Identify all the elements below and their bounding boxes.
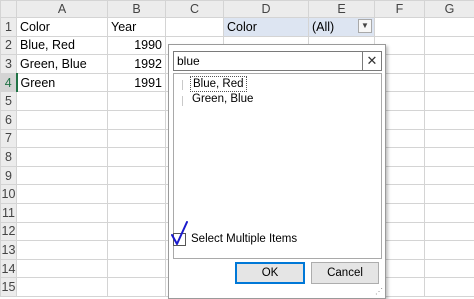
cell[interactable] bbox=[425, 278, 474, 297]
search-input[interactable] bbox=[174, 52, 357, 70]
cell-b3[interactable]: 1992 bbox=[108, 55, 166, 74]
cell-f1[interactable] bbox=[375, 18, 425, 37]
cell[interactable] bbox=[17, 203, 108, 222]
row-header[interactable]: 2 bbox=[1, 36, 17, 55]
row-header-selected[interactable]: 4 bbox=[1, 73, 17, 92]
cell[interactable] bbox=[17, 185, 108, 204]
cell[interactable] bbox=[108, 185, 166, 204]
cell[interactable] bbox=[17, 129, 108, 148]
cell[interactable] bbox=[425, 129, 474, 148]
cell[interactable] bbox=[425, 222, 474, 241]
cell[interactable] bbox=[425, 148, 474, 167]
cell[interactable] bbox=[425, 110, 474, 129]
row-header[interactable]: 10 bbox=[1, 185, 17, 204]
column-header-row: A B C D E F G bbox=[1, 1, 474, 18]
filter-item[interactable]: Blue, Red bbox=[190, 76, 247, 92]
checkmark-icon bbox=[171, 221, 189, 245]
sheet-row: 1 Color Year Color (All) ▼ bbox=[1, 18, 474, 37]
cell[interactable] bbox=[17, 148, 108, 167]
cell-b1[interactable]: Year bbox=[108, 18, 166, 37]
row-header[interactable]: 6 bbox=[1, 110, 17, 129]
cell[interactable] bbox=[17, 92, 108, 111]
row-header[interactable]: 9 bbox=[1, 166, 17, 185]
cell-b2[interactable]: 1990 bbox=[108, 36, 166, 55]
row-header[interactable]: 5 bbox=[1, 92, 17, 111]
pivot-filter-value[interactable]: (All) ▼ bbox=[309, 18, 375, 37]
select-all-corner[interactable] bbox=[1, 1, 17, 18]
cell[interactable] bbox=[108, 92, 166, 111]
column-header[interactable]: D bbox=[224, 1, 309, 18]
column-header[interactable]: A bbox=[17, 1, 108, 18]
cell[interactable] bbox=[108, 222, 166, 241]
cell[interactable] bbox=[425, 92, 474, 111]
chevron-down-icon[interactable]: ▼ bbox=[358, 19, 372, 33]
cell[interactable] bbox=[108, 278, 166, 297]
filter-item[interactable]: Green, Blue bbox=[190, 92, 255, 106]
cell[interactable] bbox=[108, 241, 166, 260]
row-header[interactable]: 1 bbox=[1, 18, 17, 37]
close-icon[interactable]: ✕ bbox=[362, 52, 381, 70]
cell[interactable] bbox=[17, 166, 108, 185]
cell-a3[interactable]: Green, Blue bbox=[17, 55, 108, 74]
row-header[interactable]: 11 bbox=[1, 203, 17, 222]
row-header[interactable]: 14 bbox=[1, 259, 17, 278]
column-header[interactable]: E bbox=[309, 1, 375, 18]
row-header[interactable]: 7 bbox=[1, 129, 17, 148]
cell[interactable] bbox=[108, 166, 166, 185]
column-header[interactable]: C bbox=[166, 1, 224, 18]
cell[interactable] bbox=[425, 166, 474, 185]
cancel-button[interactable]: Cancel bbox=[311, 262, 379, 284]
cell[interactable] bbox=[425, 203, 474, 222]
cell[interactable] bbox=[425, 259, 474, 278]
resize-grip-icon[interactable]: ⋰ bbox=[375, 287, 383, 296]
pivot-filter-dropdown: ✕ Blue, Red Green, Blue Select Multiple … bbox=[168, 44, 386, 299]
column-header[interactable]: B bbox=[108, 1, 166, 18]
cell[interactable] bbox=[425, 241, 474, 260]
filter-item-list: Blue, Red Green, Blue bbox=[173, 73, 382, 259]
tree-connector bbox=[182, 80, 183, 90]
row-header[interactable]: 3 bbox=[1, 55, 17, 74]
cell-c1[interactable] bbox=[166, 18, 224, 37]
cell-g1[interactable] bbox=[425, 18, 474, 37]
column-header[interactable]: F bbox=[375, 1, 425, 18]
cell-a1[interactable]: Color bbox=[17, 18, 108, 37]
ok-button[interactable]: OK bbox=[235, 262, 305, 284]
cell-b4[interactable]: 1991 bbox=[108, 73, 166, 92]
cell[interactable] bbox=[425, 185, 474, 204]
cell[interactable] bbox=[17, 278, 108, 297]
cell[interactable] bbox=[108, 129, 166, 148]
row-header[interactable]: 15 bbox=[1, 278, 17, 297]
row-header[interactable]: 8 bbox=[1, 148, 17, 167]
cell-a4[interactable]: Green bbox=[17, 73, 108, 92]
cell[interactable] bbox=[17, 259, 108, 278]
pivot-filter-value-text: (All) bbox=[312, 20, 334, 34]
tree-connector bbox=[182, 96, 183, 106]
select-multiple-label: Select Multiple Items bbox=[191, 233, 297, 245]
cell[interactable] bbox=[108, 148, 166, 167]
cell[interactable] bbox=[108, 203, 166, 222]
cell[interactable] bbox=[425, 36, 474, 55]
row-header[interactable]: 12 bbox=[1, 222, 17, 241]
cell[interactable] bbox=[425, 55, 474, 74]
cell[interactable] bbox=[108, 259, 166, 278]
row-header[interactable]: 13 bbox=[1, 241, 17, 260]
cell[interactable] bbox=[108, 110, 166, 129]
pivot-filter-label[interactable]: Color bbox=[224, 18, 309, 37]
cell-a2[interactable]: Blue, Red bbox=[17, 36, 108, 55]
cell[interactable] bbox=[425, 73, 474, 92]
column-header[interactable]: G bbox=[425, 1, 474, 18]
search-box: ✕ bbox=[173, 51, 382, 71]
cell[interactable] bbox=[17, 222, 108, 241]
cell[interactable] bbox=[17, 110, 108, 129]
cell[interactable] bbox=[17, 241, 108, 260]
